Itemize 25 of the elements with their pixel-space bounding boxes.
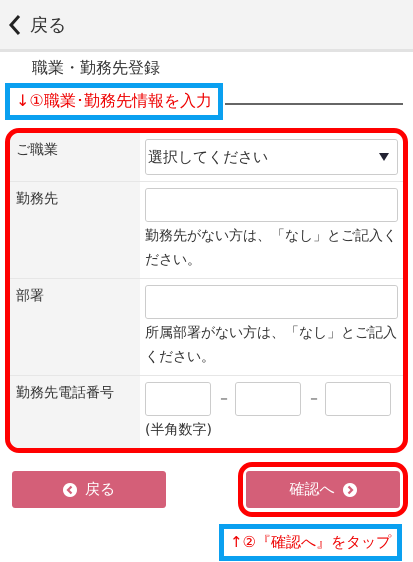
occupation-select[interactable]: 選択してください	[145, 139, 398, 175]
field-note: 所属部署がない方は、「なし」とご記入ください。	[145, 324, 398, 367]
confirm-button[interactable]: 確認へ	[246, 471, 400, 508]
phone-field[interactable]	[325, 382, 391, 416]
chevron-right-icon	[342, 482, 356, 496]
annotation: ↑②『確認へ』をタップ	[218, 524, 402, 561]
field-label: 勤務先	[10, 182, 140, 278]
phone-field[interactable]	[145, 382, 211, 416]
field-label: 勤務先電話番号	[10, 376, 140, 448]
phone-field[interactable]	[235, 382, 301, 416]
field-label: ご職業	[10, 133, 140, 181]
field-note: 勤務先がない方は、「なし」とご記入ください。	[145, 227, 398, 270]
back-button[interactable]: 戻る	[12, 471, 166, 508]
dash: －	[307, 390, 319, 408]
chevron-left-icon	[63, 482, 77, 496]
back-link[interactable]: 戻る	[8, 12, 66, 36]
field-note: (半角数字)	[145, 421, 213, 440]
input-field[interactable]	[145, 285, 398, 319]
annotation: ↓①職業･勤務先情報を入力	[5, 83, 223, 120]
chevron-left-icon	[8, 14, 22, 36]
input-field[interactable]	[145, 188, 398, 222]
dropdown-icon	[379, 153, 389, 161]
page-heading: 職業・勤務先登録	[32, 58, 160, 78]
field-label: 部署	[10, 279, 140, 375]
dash: －	[217, 390, 229, 408]
